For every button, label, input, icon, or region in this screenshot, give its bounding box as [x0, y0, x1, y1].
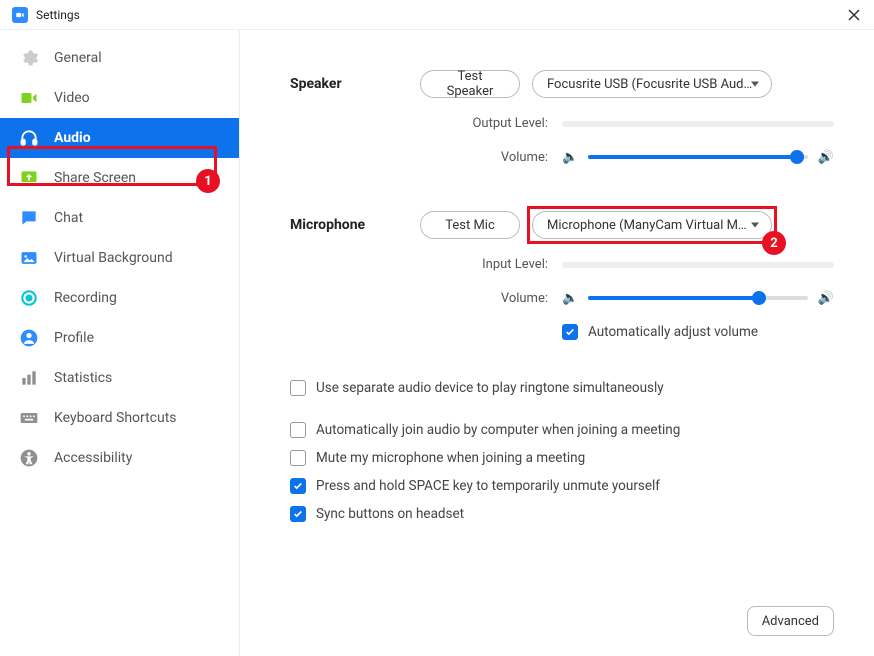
sidebar-item-general[interactable]: General — [0, 38, 239, 78]
checkbox-muteOnJoin[interactable] — [290, 450, 306, 466]
checkbox-separateRingtone[interactable] — [290, 380, 306, 396]
speaker-high-icon: 🔊 — [818, 150, 834, 165]
gear-icon — [18, 47, 40, 69]
checkbox-label-muteOnJoin: Mute my microphone when joining a meetin… — [316, 450, 585, 466]
record-icon — [18, 287, 40, 309]
checkbox-label-autoJoinAudio: Automatically join audio by computer whe… — [316, 422, 680, 438]
sidebar-item-profile[interactable]: Profile — [0, 318, 239, 358]
sidebar-item-label: Statistics — [54, 370, 112, 386]
sidebar-item-label: General — [54, 50, 102, 66]
mic-low-icon: 🔈 — [562, 291, 578, 306]
sidebar-item-statistics[interactable]: Statistics — [0, 358, 239, 398]
microphone-device-value: Microphone (ManyCam Virtual M… — [547, 218, 747, 233]
sidebar-item-video[interactable]: Video — [0, 78, 239, 118]
option-row-autoJoinAudio: Automatically join audio by computer whe… — [290, 422, 834, 438]
sidebar: General Video Audio Share Screen Chat Vi… — [0, 30, 240, 656]
option-row-muteOnJoin: Mute my microphone when joining a meetin… — [290, 450, 834, 466]
microphone-section: Microphone Test Mic Microphone (ManyCam … — [290, 211, 834, 352]
checkbox-autoJoinAudio[interactable] — [290, 422, 306, 438]
checkbox-label-pushToTalk: Press and hold SPACE key to temporarily … — [316, 478, 660, 494]
speaker-output-level-meter — [562, 121, 834, 127]
microphone-input-level-meter — [562, 262, 834, 268]
titlebar: Settings — [0, 0, 874, 30]
option-row-separateRingtone: Use separate audio device to play ringto… — [290, 380, 834, 396]
section-heading-speaker: Speaker — [290, 70, 420, 183]
advanced-button[interactable]: Advanced — [747, 606, 834, 636]
checkbox-label-syncHeadset: Sync buttons on headset — [316, 506, 464, 522]
keyboard-icon — [18, 407, 40, 429]
share-icon — [18, 167, 40, 189]
sidebar-item-keyboard-shortcuts[interactable]: Keyboard Shortcuts — [0, 398, 239, 438]
option-row-syncHeadset: Sync buttons on headset — [290, 506, 834, 522]
annotation-badge-2: 2 — [762, 231, 786, 255]
window-title: Settings — [36, 8, 80, 22]
headphones-icon — [18, 127, 40, 149]
close-button[interactable] — [846, 7, 862, 23]
annotation-badge-1: 1 — [196, 169, 220, 193]
microphone-volume-slider[interactable] — [588, 290, 808, 306]
advanced-button-wrap: Advanced — [747, 606, 834, 636]
sidebar-item-label: Audio — [54, 130, 91, 146]
checkbox-syncHeadset[interactable] — [290, 506, 306, 522]
accessibility-icon — [18, 447, 40, 469]
video-icon — [18, 87, 40, 109]
speaker-volume-label: Volume: — [458, 150, 548, 165]
checkbox-label-separateRingtone: Use separate audio device to play ringto… — [316, 380, 664, 396]
sidebar-item-accessibility[interactable]: Accessibility — [0, 438, 239, 478]
sidebar-item-chat[interactable]: Chat — [0, 198, 239, 238]
audio-options: Use separate audio device to play ringto… — [290, 380, 834, 522]
sidebar-item-label: Virtual Background — [54, 250, 173, 266]
speaker-section: Speaker Test Speaker Focusrite USB (Focu… — [290, 70, 834, 183]
settings-content: Speaker Test Speaker Focusrite USB (Focu… — [240, 30, 874, 656]
stats-icon — [18, 367, 40, 389]
close-icon — [848, 9, 860, 21]
sidebar-item-audio[interactable]: Audio — [0, 118, 239, 158]
sidebar-item-label: Accessibility — [54, 450, 132, 466]
sidebar-item-label: Recording — [54, 290, 117, 306]
microphone-device-select[interactable]: Microphone (ManyCam Virtual M… — [532, 211, 772, 239]
zoom-logo-icon — [12, 7, 28, 23]
sidebar-item-label: Video — [54, 90, 90, 106]
section-heading-microphone: Microphone — [290, 211, 420, 352]
sidebar-item-virtual-background[interactable]: Virtual Background — [0, 238, 239, 278]
speaker-low-icon: 🔈 — [562, 150, 578, 165]
auto-adjust-volume-label: Automatically adjust volume — [588, 324, 758, 340]
microphone-volume-label: Volume: — [458, 291, 548, 306]
sidebar-item-label: Keyboard Shortcuts — [54, 410, 177, 426]
speaker-device-select[interactable]: Focusrite USB (Focusrite USB Aud… — [532, 70, 772, 98]
chat-icon — [18, 207, 40, 229]
profile-icon — [18, 327, 40, 349]
sidebar-item-label: Share Screen — [54, 170, 136, 186]
speaker-device-value: Focusrite USB (Focusrite USB Aud… — [547, 77, 752, 92]
input-level-label: Input Level: — [458, 257, 548, 272]
auto-adjust-volume-checkbox[interactable] — [562, 324, 578, 340]
checkbox-pushToTalk[interactable] — [290, 478, 306, 494]
sidebar-item-label: Profile — [54, 330, 94, 346]
test-mic-button[interactable]: Test Mic — [420, 211, 520, 239]
output-level-label: Output Level: — [458, 116, 548, 131]
speaker-volume-slider[interactable] — [588, 149, 808, 165]
image-icon — [18, 247, 40, 269]
mic-high-icon: 🔊 — [818, 291, 834, 306]
test-speaker-button[interactable]: Test Speaker — [420, 70, 520, 98]
sidebar-item-recording[interactable]: Recording — [0, 278, 239, 318]
option-row-pushToTalk: Press and hold SPACE key to temporarily … — [290, 478, 834, 494]
sidebar-item-label: Chat — [54, 210, 83, 226]
